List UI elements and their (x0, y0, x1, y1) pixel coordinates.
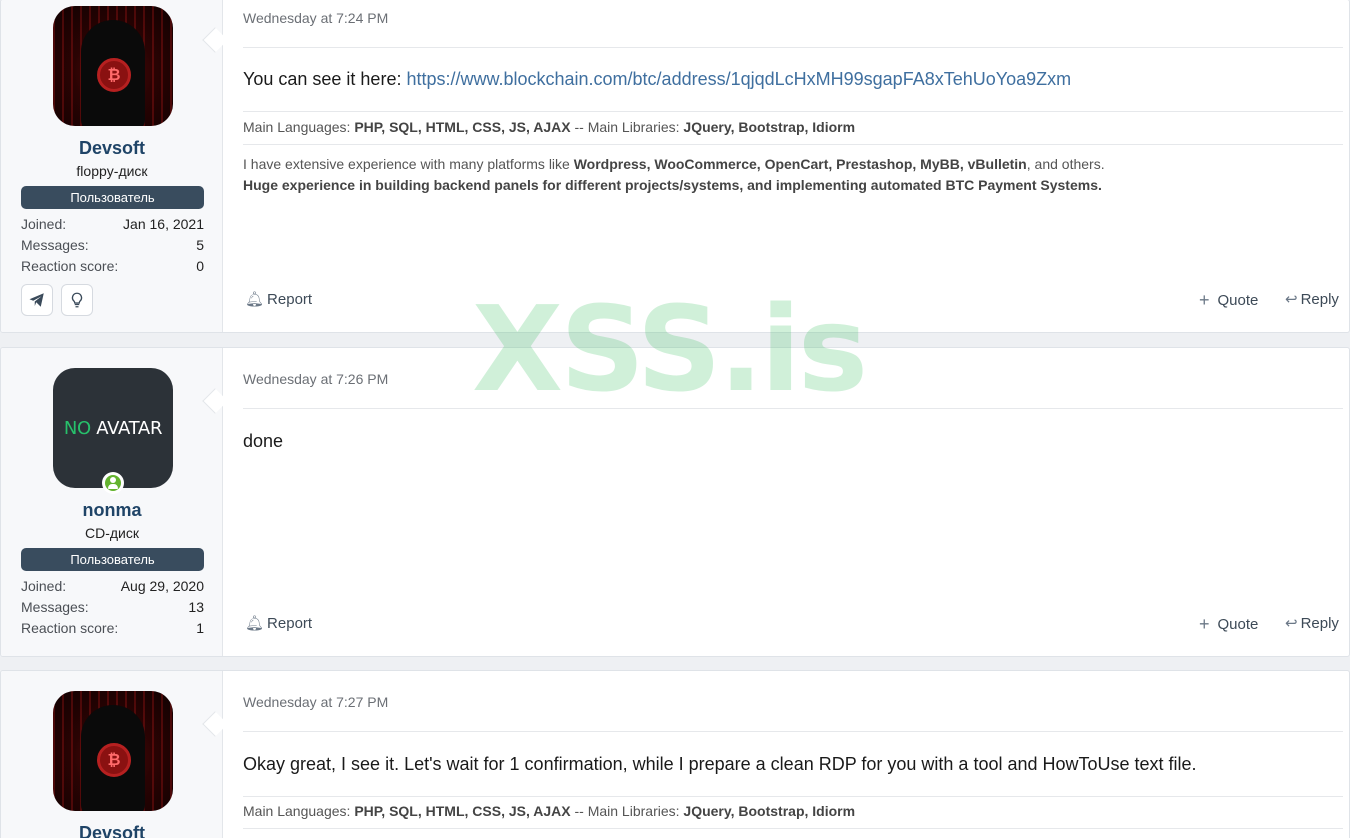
reply-arrow-icon: ↩ (1285, 291, 1298, 308)
stat-value[interactable]: 13 (188, 599, 204, 615)
sig-bold: JQuery, Bootstrap, Idiorm (683, 803, 856, 819)
avatar[interactable]: ₿ (53, 691, 173, 811)
plus-icon: + (1199, 290, 1210, 310)
post-3: ₿ Devsoft Wednesday at 7:27 PM Okay grea… (0, 670, 1350, 838)
quote-label: Quote (1217, 616, 1259, 633)
divider (243, 731, 1343, 732)
reply-button[interactable]: ↩ Reply (1285, 290, 1339, 309)
sig-text: -- Main Libraries: (570, 803, 684, 819)
sig-text: Main Languages: (243, 119, 355, 135)
sig-bold: Wordpress, WooCommerce, OpenCart, Presta… (573, 156, 1027, 172)
post-main: Wednesday at 7:27 PM Okay great, I see i… (223, 671, 1349, 838)
lightbulb-contact-button[interactable] (61, 284, 93, 316)
post-body: done (243, 431, 284, 451)
stat-label: Reaction score: (21, 258, 119, 274)
report-label: Report (267, 614, 313, 632)
stat-value: 0 (196, 258, 204, 274)
avatar-no-text: NO (63, 417, 91, 439)
stat-reaction: Reaction score: 0 (21, 258, 204, 274)
post-main: Wednesday at 7:26 PM done 🔔︎ Report + Quot… (223, 348, 1349, 656)
blockchain-link[interactable]: https://www.blockchain.com/btc/address/1… (406, 69, 1071, 89)
post-date[interactable]: Wednesday at 7:27 PM (243, 694, 388, 710)
reply-label: Reply (1300, 614, 1339, 632)
signature-line: Main Languages: PHP, SQL, HTML, CSS, JS,… (243, 119, 855, 135)
report-button[interactable]: 🔔︎ Report (245, 614, 313, 633)
stat-messages: Messages: 13 (21, 599, 204, 615)
username[interactable]: Devsoft (1, 823, 223, 838)
post-date[interactable]: Wednesday at 7:24 PM (243, 10, 388, 26)
stat-value[interactable]: 5 (196, 237, 204, 253)
stat-label: Joined: (21, 216, 67, 232)
signature-line: Huge experience in building backend pane… (243, 177, 1102, 193)
sig-text: -- Main Libraries: (570, 119, 684, 135)
stat-joined: Joined: Aug 29, 2020 (21, 578, 204, 594)
bitcoin-icon: ₿ (97, 58, 131, 92)
bitcoin-icon: ₿ (97, 743, 131, 777)
quote-label: Quote (1217, 292, 1259, 309)
user-banner: Пользователь (21, 548, 204, 571)
quote-button[interactable]: + Quote (1199, 614, 1258, 635)
sig-text: Main Languages: (243, 803, 355, 819)
post-main: Wednesday at 7:24 PM You can see it here… (223, 0, 1349, 332)
avatar[interactable]: NO AVATAR (53, 368, 173, 488)
post-body: You can see it here: https://www.blockch… (243, 69, 1071, 90)
quote-button[interactable]: + Quote (1199, 290, 1258, 311)
sig-bold: PHP, SQL, HTML, CSS, JS, AJAX (354, 803, 571, 819)
post-1: ₿ Devsoft floppy-диск Пользователь Joine… (0, 0, 1350, 333)
plus-icon: + (1199, 614, 1210, 634)
online-status-icon (102, 472, 124, 494)
post-user-panel: ₿ Devsoft floppy-диск Пользователь Joine… (1, 0, 223, 332)
avatar[interactable]: ₿ (53, 6, 173, 126)
report-button[interactable]: 🔔︎ Report (245, 290, 313, 309)
lightbulb-icon (71, 292, 83, 308)
stat-value: 1 (196, 620, 204, 636)
divider (243, 408, 1343, 409)
stat-label: Messages: (21, 599, 89, 615)
post-user-panel: NO AVATAR nonma CD-диск Пользователь Joi… (1, 348, 223, 656)
stat-joined: Joined: Jan 16, 2021 (21, 216, 204, 232)
sig-bold: PHP, SQL, HTML, CSS, JS, AJAX (354, 119, 571, 135)
telegram-icon (29, 293, 44, 307)
signature-line: Main Languages: PHP, SQL, HTML, CSS, JS,… (243, 803, 855, 819)
sig-bold: Huge experience in building backend pane… (243, 177, 1102, 193)
stat-messages: Messages: 5 (21, 237, 204, 253)
post-body: Okay great, I see it. Let's wait for 1 c… (243, 754, 1197, 774)
user-title: floppy-диск (76, 163, 148, 179)
user-title: CD-диск (85, 525, 139, 541)
sig-text: , and others. (1026, 156, 1105, 172)
reply-label: Reply (1300, 290, 1339, 308)
sig-bold: JQuery, Bootstrap, Idiorm (683, 119, 856, 135)
divider (243, 796, 1343, 797)
reply-arrow-icon: ↩ (1285, 615, 1298, 632)
stat-label: Joined: (21, 578, 67, 594)
stat-label: Reaction score: (21, 620, 119, 636)
stat-value: Jan 16, 2021 (123, 216, 204, 232)
report-label: Report (267, 290, 313, 308)
post-date[interactable]: Wednesday at 7:26 PM (243, 371, 388, 387)
stat-label: Messages: (21, 237, 89, 253)
post-user-panel: ₿ Devsoft (1, 671, 223, 838)
post-2: NO AVATAR nonma CD-диск Пользователь Joi… (0, 347, 1350, 657)
username[interactable]: nonma (1, 500, 223, 521)
username[interactable]: Devsoft (1, 138, 223, 159)
signature-line: I have extensive experience with many pl… (243, 156, 1105, 172)
bell-icon: 🔔︎ (245, 291, 265, 308)
user-banner: Пользователь (21, 186, 204, 209)
divider (243, 111, 1343, 112)
signature-divider (243, 828, 1343, 829)
signature-divider (243, 144, 1343, 145)
divider (243, 47, 1343, 48)
stat-value: Aug 29, 2020 (120, 578, 204, 594)
body-text: You can see it here: (243, 69, 407, 89)
telegram-contact-button[interactable] (21, 284, 53, 316)
stat-reaction: Reaction score: 1 (21, 620, 204, 636)
sig-text: I have extensive experience with many pl… (243, 156, 574, 172)
reply-button[interactable]: ↩ Reply (1285, 614, 1339, 633)
avatar-text: AVATAR (90, 417, 163, 439)
bell-icon: 🔔︎ (245, 615, 265, 632)
